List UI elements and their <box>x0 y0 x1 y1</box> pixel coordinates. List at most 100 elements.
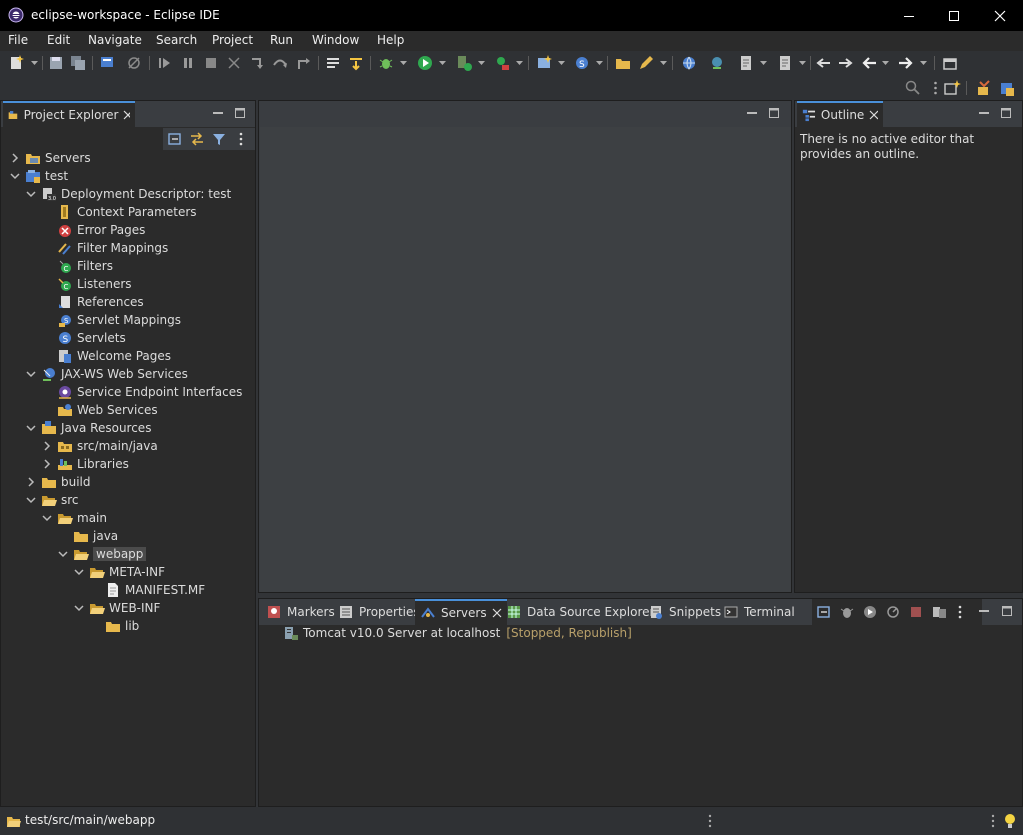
chevron-down-icon[interactable] <box>400 61 407 66</box>
minimize-icon[interactable] <box>977 106 991 120</box>
tab-outline[interactable]: Outline <box>797 101 883 127</box>
chevron-right-icon[interactable] <box>41 458 53 470</box>
use-step-filters-icon[interactable] <box>324 54 342 72</box>
tree-item-servlets[interactable]: S Servlets <box>41 329 126 347</box>
collapse-all-icon[interactable] <box>167 131 183 147</box>
chevron-down-icon[interactable] <box>439 61 446 66</box>
filter-icon[interactable] <box>211 131 227 147</box>
tree-item-lib[interactable]: lib <box>89 617 139 635</box>
tree-item-libraries[interactable]: Libraries <box>41 455 129 473</box>
close-window-button[interactable] <box>977 0 1023 31</box>
chevron-down-icon[interactable] <box>25 368 37 380</box>
chevron-down-icon[interactable] <box>25 494 37 506</box>
back-arrow-icon[interactable] <box>860 54 878 72</box>
maximize-icon[interactable] <box>767 106 781 120</box>
chevron-down-icon[interactable] <box>558 61 565 66</box>
suspend-icon[interactable] <box>179 54 197 72</box>
tree-item-web-inf[interactable]: WEB-INF <box>73 599 160 617</box>
chevron-down-icon[interactable] <box>660 61 667 66</box>
tree-item-listeners[interactable]: C Listeners <box>41 275 132 293</box>
tree-item-web-services[interactable]: Web Services <box>41 401 158 419</box>
external-tools-icon[interactable] <box>493 54 511 72</box>
menu-search[interactable]: Search <box>156 33 197 47</box>
tree-item-meta-inf[interactable]: META-INF <box>73 563 165 581</box>
console-icon[interactable] <box>98 54 116 72</box>
more-options-icon[interactable] <box>934 81 937 95</box>
java-ee-perspective-icon[interactable] <box>975 79 993 97</box>
tree-item-service-endpoint-interfaces[interactable]: Service Endpoint Interfaces <box>41 383 242 401</box>
tab-project-explorer[interactable]: Project Explorer <box>3 101 135 127</box>
drop-to-frame-icon[interactable] <box>347 54 365 72</box>
tab-properties[interactable]: Properties <box>333 599 425 625</box>
debug-server-icon[interactable] <box>839 604 855 620</box>
new-servlet-icon[interactable]: S <box>573 54 591 72</box>
step-into-icon[interactable] <box>248 54 266 72</box>
tree-item-context-parameters[interactable]: Context Parameters <box>41 203 197 221</box>
tree-item-servlet-mappings[interactable]: S Servlet Mappings <box>41 311 181 329</box>
tree-item-jax-ws-web-services[interactable]: JAX-WS Web Services <box>25 365 188 383</box>
tree-item-java[interactable]: java <box>57 527 118 545</box>
tab-servers[interactable]: Servers <box>415 599 507 625</box>
tree-item-build[interactable]: build <box>25 473 91 491</box>
minimize-icon[interactable] <box>211 106 225 120</box>
tree-item-deployment-descriptor[interactable]: 3.0 Deployment Descriptor: test <box>25 185 231 203</box>
new-icon[interactable] <box>8 54 26 72</box>
minimize-icon[interactable] <box>977 604 991 618</box>
tree-item-servers[interactable]: Servers <box>9 149 91 167</box>
chevron-down-icon[interactable] <box>31 61 38 66</box>
tree-item-src[interactable]: src <box>25 491 79 509</box>
tab-markers[interactable]: Markers <box>261 599 340 625</box>
run-on-server-icon[interactable] <box>455 54 473 72</box>
more-options-icon[interactable] <box>708 814 712 828</box>
tree-item-main[interactable]: main <box>41 509 107 527</box>
tree-item-filters[interactable]: C Filters <box>41 257 113 275</box>
new-server-icon[interactable] <box>535 54 553 72</box>
tree-item-welcome-pages[interactable]: Welcome Pages <box>41 347 171 365</box>
edit-pencil-icon[interactable] <box>637 54 655 72</box>
tree-item-error-pages[interactable]: Error Pages <box>41 221 145 239</box>
view-menu-icon[interactable] <box>958 605 962 619</box>
menu-run[interactable]: Run <box>270 33 293 47</box>
chevron-down-icon[interactable] <box>596 61 603 66</box>
web-service-icon[interactable] <box>708 54 726 72</box>
java-perspective-icon[interactable] <box>998 79 1016 97</box>
last-edit-forward-icon[interactable] <box>837 54 855 72</box>
open-perspective-icon[interactable] <box>943 79 961 97</box>
chevron-down-icon[interactable] <box>882 61 889 66</box>
tab-terminal[interactable]: Terminal <box>718 599 800 625</box>
view-menu-icon[interactable] <box>239 132 243 146</box>
resume-icon[interactable] <box>155 54 173 72</box>
maximize-icon[interactable] <box>999 106 1013 120</box>
maximize-button[interactable] <box>931 0 977 31</box>
step-over-icon[interactable] <box>271 54 289 72</box>
save-icon[interactable] <box>47 54 65 72</box>
tree-item-test[interactable]: test <box>9 167 68 185</box>
chevron-right-icon[interactable] <box>9 152 21 164</box>
menu-navigate[interactable]: Navigate <box>88 33 142 47</box>
skip-breakpoints-icon[interactable] <box>125 54 143 72</box>
forward-arrow-icon[interactable] <box>897 54 915 72</box>
last-edit-location-icon[interactable] <box>814 54 832 72</box>
save-all-icon[interactable] <box>69 54 87 72</box>
tree-item-java-resources[interactable]: Java Resources <box>25 419 151 437</box>
chevron-down-icon[interactable] <box>9 170 21 182</box>
chevron-down-icon[interactable] <box>25 188 37 200</box>
minimize-icon[interactable] <box>745 106 759 120</box>
server-row[interactable]: Tomcat v10.0 Server at localhost [Stoppe… <box>283 624 632 642</box>
prev-annotation-icon[interactable] <box>776 54 794 72</box>
search-icon[interactable] <box>904 79 922 97</box>
chevron-down-icon[interactable] <box>799 61 806 66</box>
lightbulb-icon[interactable] <box>1002 812 1018 830</box>
publish-icon[interactable] <box>931 604 947 620</box>
tab-data-source-explorer[interactable]: Data Source Explorer <box>501 599 659 625</box>
debug-icon[interactable] <box>377 54 395 72</box>
tab-snippets[interactable]: Snippets <box>643 599 726 625</box>
menu-window[interactable]: Window <box>312 33 359 47</box>
next-annotation-icon[interactable] <box>737 54 755 72</box>
pin-editor-icon[interactable] <box>941 54 959 72</box>
globe-icon[interactable] <box>680 54 698 72</box>
menu-project[interactable]: Project <box>212 33 253 47</box>
chevron-right-icon[interactable] <box>41 440 53 452</box>
close-icon[interactable] <box>123 110 130 120</box>
menu-help[interactable]: Help <box>377 33 404 47</box>
